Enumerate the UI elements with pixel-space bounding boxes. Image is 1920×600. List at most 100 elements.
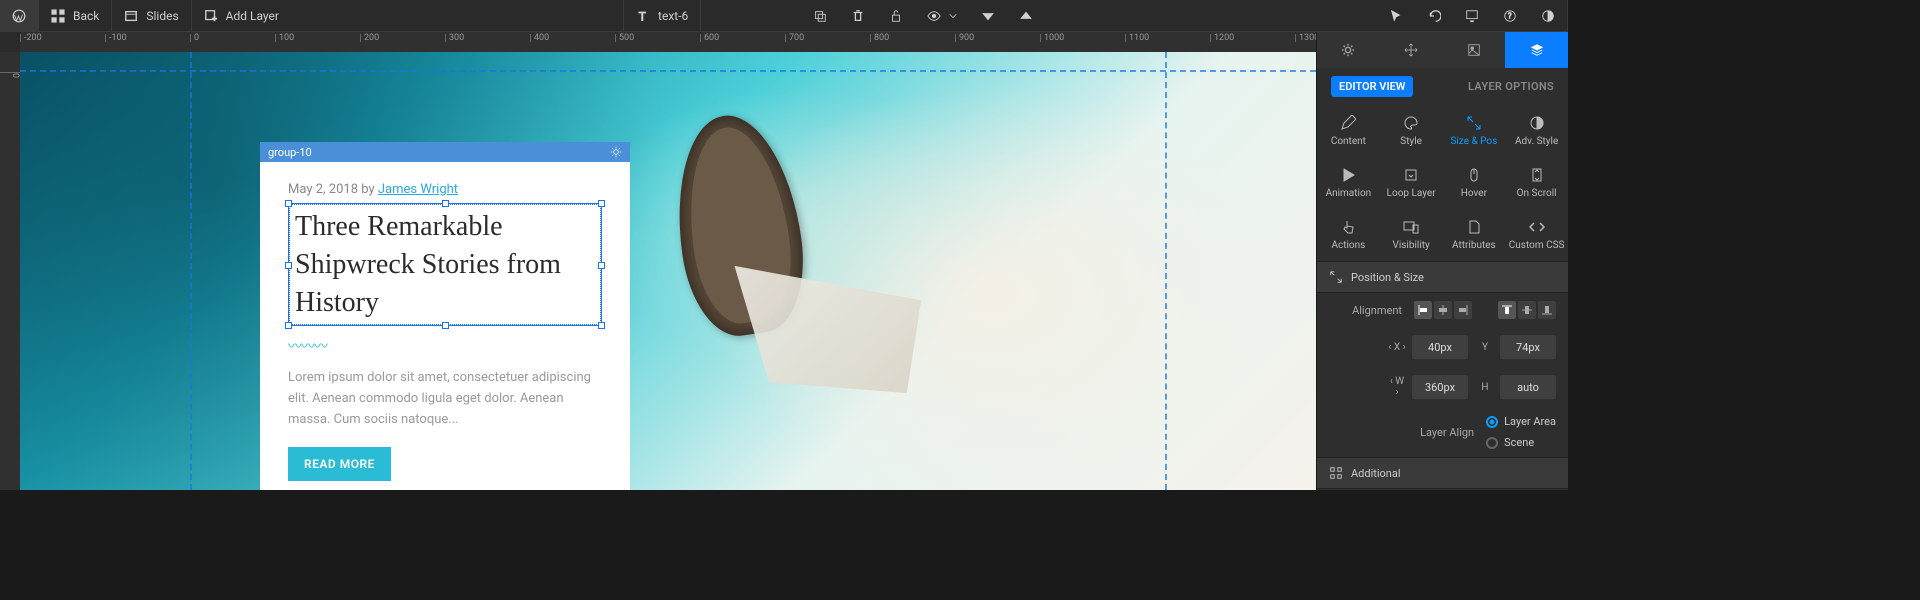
order-up-button[interactable]: [1007, 0, 1045, 31]
alignment-label: Alignment: [1329, 304, 1406, 317]
tab-loop[interactable]: Loop Layer: [1380, 157, 1443, 209]
resize-handle-br[interactable]: [598, 322, 605, 329]
resize-handle-tm[interactable]: [442, 200, 449, 207]
help-button[interactable]: ?: [1491, 0, 1529, 31]
eye-icon: [927, 9, 941, 23]
h-input[interactable]: [1500, 375, 1556, 399]
play-icon: [1340, 167, 1356, 183]
guide-right[interactable]: [1165, 52, 1167, 490]
devices-icon: [1403, 219, 1419, 235]
align-v-middle[interactable]: [1518, 301, 1536, 319]
y-input[interactable]: [1500, 335, 1556, 359]
tab-style[interactable]: Style: [1380, 105, 1443, 157]
resize-handle-tl[interactable]: [285, 200, 292, 207]
delete-button[interactable]: [839, 0, 877, 31]
pointer-icon: [1389, 9, 1403, 23]
triangle-down-icon: [981, 9, 995, 23]
grid-small-icon: [1329, 466, 1343, 480]
tab-onscroll[interactable]: On Scroll: [1505, 157, 1568, 209]
align-h-center[interactable]: [1434, 301, 1452, 319]
tab-animation[interactable]: Animation: [1317, 157, 1380, 209]
slides-icon: [124, 9, 138, 23]
group-layer[interactable]: group-10 May 2, 2018 by James Wright Thr…: [260, 142, 630, 490]
sidebar-top-tabs: [1317, 32, 1568, 68]
wh-row: ‹ W › H: [1317, 367, 1568, 407]
w-input[interactable]: [1412, 375, 1468, 399]
align-h-right[interactable]: [1454, 301, 1472, 319]
code-icon: [1529, 219, 1545, 235]
selected-layer-indicator[interactable]: Ttext-6: [624, 0, 700, 31]
canvas-area[interactable]: -200 -100 0 100 200 300 400 500 600 700 …: [0, 32, 1316, 490]
visibility-button[interactable]: [915, 0, 969, 31]
align-v-top[interactable]: [1498, 301, 1516, 319]
radio-scene[interactable]: Scene: [1486, 436, 1556, 449]
lock-button[interactable]: [877, 0, 915, 31]
guide-left[interactable]: [190, 52, 192, 490]
layer-options-label[interactable]: LAYER OPTIONS: [1468, 80, 1554, 93]
tap-icon: [1340, 219, 1356, 235]
tab-size-pos[interactable]: Size & Pos: [1443, 105, 1506, 157]
contrast-icon: [1541, 9, 1555, 23]
view-mode-row: EDITOR VIEW LAYER OPTIONS: [1317, 68, 1568, 105]
scroll-icon: [1529, 167, 1545, 183]
post-by: by: [361, 182, 374, 197]
move-icon: [1404, 43, 1418, 57]
align-h-left[interactable]: [1414, 301, 1432, 319]
tab-attributes[interactable]: Attributes: [1443, 209, 1506, 261]
expand-icon: [1329, 270, 1343, 284]
tab-css[interactable]: Custom CSS: [1505, 209, 1568, 261]
tab-actions[interactable]: Actions: [1317, 209, 1380, 261]
undo-icon: [1427, 9, 1441, 23]
wordpress-logo[interactable]: [0, 0, 38, 31]
section-position-size[interactable]: Position & Size: [1317, 261, 1568, 293]
x-input[interactable]: [1412, 335, 1468, 359]
resize-handle-mr[interactable]: [598, 262, 605, 269]
tab-adv-style[interactable]: Adv. Style: [1505, 105, 1568, 157]
monitor-icon: [1465, 9, 1479, 23]
resize-handle-ml[interactable]: [285, 262, 292, 269]
post-author-link[interactable]: James Wright: [378, 182, 458, 197]
radio-layer-area[interactable]: Layer Area: [1486, 415, 1556, 428]
contrast-button[interactable]: [1529, 0, 1567, 31]
settings-tab[interactable]: [1317, 32, 1380, 68]
group-gear-icon[interactable]: [610, 146, 622, 158]
group-header[interactable]: group-10: [260, 142, 630, 162]
guide-top[interactable]: [20, 70, 1316, 72]
add-layer-button[interactable]: Add Layer: [192, 0, 291, 31]
media-tab[interactable]: [1443, 32, 1506, 68]
undo-button[interactable]: [1415, 0, 1453, 31]
section-additional[interactable]: Additional: [1317, 457, 1568, 489]
editor-view-pill[interactable]: EDITOR VIEW: [1331, 76, 1413, 97]
chevron-down-icon: [949, 9, 957, 23]
back-button[interactable]: Back: [39, 0, 111, 31]
pointer-tool[interactable]: [1377, 0, 1415, 31]
canvas[interactable]: group-10 May 2, 2018 by James Wright Thr…: [20, 52, 1316, 490]
ruler-horizontal: -200 -100 0 100 200 300 400 500 600 700 …: [20, 32, 1316, 52]
h-label: H: [1476, 382, 1494, 393]
grid-icon: [51, 9, 65, 23]
slides-button[interactable]: Slides: [112, 0, 190, 31]
preview-button[interactable]: [1453, 0, 1491, 31]
content-card: May 2, 2018 by James Wright Three Remark…: [260, 162, 630, 490]
selected-text-layer[interactable]: Three Remarkable Shipwreck Stories from …: [288, 203, 602, 326]
align-v-bottom[interactable]: [1538, 301, 1556, 319]
loop-icon: [1403, 167, 1419, 183]
divider-squiggle: 〰〰〰: [288, 336, 602, 356]
tab-hover[interactable]: Hover: [1443, 157, 1506, 209]
copy-icon: [813, 9, 827, 23]
layers-tab[interactable]: [1505, 32, 1568, 68]
ruler-vertical: 0: [0, 52, 20, 490]
resize-handle-tr[interactable]: [598, 200, 605, 207]
resize-handle-bm[interactable]: [442, 322, 449, 329]
document-icon: [1466, 219, 1482, 235]
duplicate-button[interactable]: [801, 0, 839, 31]
group-label: group-10: [268, 146, 312, 159]
tab-content[interactable]: Content: [1317, 105, 1380, 157]
order-down-button[interactable]: [969, 0, 1007, 31]
navigation-tab[interactable]: [1380, 32, 1443, 68]
resize-handle-bl[interactable]: [285, 322, 292, 329]
post-title[interactable]: Three Remarkable Shipwreck Stories from …: [295, 208, 595, 321]
back-label: Back: [73, 9, 99, 23]
read-more-button[interactable]: READ MORE: [288, 447, 391, 481]
tab-visibility[interactable]: Visibility: [1380, 209, 1443, 261]
